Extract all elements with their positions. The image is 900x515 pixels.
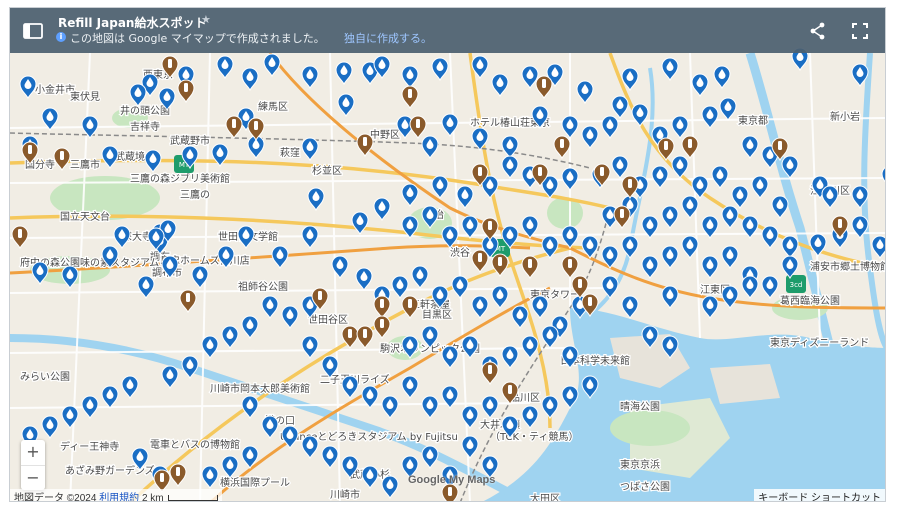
map-label: 渋谷 xyxy=(450,246,470,259)
map-label: 萩窪 xyxy=(280,146,300,159)
map-label: 吉祥寺 xyxy=(130,120,160,133)
zoom-in-button[interactable]: + xyxy=(21,440,45,464)
map-label: 杉並区 xyxy=(312,164,342,177)
bottle-icon xyxy=(318,291,322,300)
map-label: 三鷹市 xyxy=(70,158,100,171)
map-label: 三鷹の xyxy=(180,188,210,201)
map-canvas[interactable]: 西東京小金井市東伏見井の頭公園国分寺武蔵野市吉祥寺三鷹市武蔵境三鷹の森ジブリ美術… xyxy=(10,8,886,502)
map-attribution: 地図データ ©2024 利用規約 2 km xyxy=(10,489,222,502)
map-label: 井の頭公園 xyxy=(120,104,170,117)
refill-station-pin[interactable] xyxy=(441,483,459,502)
map-label: ディー王神寺 xyxy=(60,440,119,453)
bottle-icon xyxy=(60,151,64,160)
bottle-icon xyxy=(568,259,572,268)
bottle-icon xyxy=(184,83,188,92)
scale-label: 2 km xyxy=(141,493,164,502)
bottle-icon xyxy=(28,145,32,154)
map-label: 世田谷区 xyxy=(308,314,348,326)
map-label: 三鷹の森ジブリ美術館 xyxy=(130,172,230,185)
map-label: 練馬区 xyxy=(258,100,288,113)
attribution-text: 地図データ ©2024 xyxy=(14,493,97,502)
map-label: 中野区 xyxy=(370,128,400,141)
bottle-icon xyxy=(363,137,367,146)
map-label: 晴海公園 xyxy=(620,400,660,413)
bottle-icon xyxy=(588,297,592,306)
bottle-icon xyxy=(508,385,512,394)
park xyxy=(610,410,690,446)
bottle-icon xyxy=(488,365,492,374)
map-label: 葛西臨海公園 xyxy=(780,294,840,307)
map-label: 電車とバスの博物館 xyxy=(150,438,240,451)
bottle-icon xyxy=(664,141,668,150)
map-label: 東京京浜 xyxy=(620,458,660,471)
bottle-icon xyxy=(380,319,384,328)
terms-link[interactable]: 利用規約 xyxy=(99,493,139,501)
bottle-icon xyxy=(186,293,190,302)
reclaimed-land xyxy=(710,364,780,404)
bottle-icon xyxy=(838,219,842,228)
bottle-icon xyxy=(176,467,180,476)
bottle-icon xyxy=(488,221,492,230)
bottle-icon xyxy=(600,167,604,176)
google-my-maps-logo: Google My Maps xyxy=(408,474,496,486)
bottle-icon xyxy=(363,329,367,338)
scale-bar xyxy=(167,495,218,501)
bottle-icon xyxy=(478,167,482,176)
zoom-control: + − xyxy=(21,440,45,490)
share-icon[interactable] xyxy=(808,21,828,41)
map-header: Refill Japan給水スポット ★ i この地図は Google マイマッ… xyxy=(10,8,885,53)
bottle-icon xyxy=(168,59,172,68)
bottle-icon xyxy=(232,119,236,128)
map-label: 小金井市 xyxy=(35,83,75,96)
info-icon: i xyxy=(56,32,66,42)
map-label: 東京ディズニーランド xyxy=(770,336,869,349)
zoom-out-button[interactable]: − xyxy=(21,465,45,489)
bottle-icon xyxy=(380,299,384,308)
bottle-icon xyxy=(18,229,22,238)
map-title: Refill Japan給水スポット xyxy=(58,16,207,30)
map-label: 国立天文台 xyxy=(60,210,110,223)
bottle-icon xyxy=(448,487,452,496)
panel-toggle-icon[interactable] xyxy=(22,21,44,41)
map-label: 東京都 xyxy=(738,114,768,127)
bottle-icon xyxy=(254,121,258,130)
bottle-icon xyxy=(628,179,632,188)
bottle-icon xyxy=(620,209,624,218)
bottle-icon xyxy=(416,119,420,128)
map-label: 武蔵境 xyxy=(115,150,145,163)
map-subtitle: この地図は Google マイマップで作成されました。 xyxy=(70,32,325,45)
bottle-icon xyxy=(160,473,164,482)
star-icon[interactable]: ★ xyxy=(201,13,211,26)
map-label: みらい公園 xyxy=(20,371,70,383)
bottle-icon xyxy=(578,279,582,288)
map-label: つばさ公園 xyxy=(620,481,670,493)
bottle-icon xyxy=(688,139,692,148)
bottle-icon xyxy=(778,141,782,150)
map-label: （TCK・ティ競馬） xyxy=(490,430,578,443)
map-label: 大田区 xyxy=(530,492,560,502)
bottle-icon xyxy=(538,167,542,176)
fullscreen-icon[interactable] xyxy=(850,21,870,41)
map-label: 川崎市岡本太郎美術館 xyxy=(210,382,310,395)
bottle-icon xyxy=(542,79,546,88)
bottle-icon xyxy=(560,139,564,148)
keyboard-shortcuts-link[interactable]: キーボード ショートカット xyxy=(754,489,885,501)
poi-marker[interactable]: 3cd xyxy=(786,275,806,293)
bottle-icon xyxy=(498,257,502,266)
bottle-icon xyxy=(408,299,412,308)
bottle-icon xyxy=(478,253,482,262)
bottle-icon xyxy=(408,89,412,98)
map-label: 川崎市 xyxy=(330,488,360,501)
poi-marker-label: 3cd xyxy=(790,281,803,289)
create-map-link[interactable]: 独自に作成する。 xyxy=(344,30,432,46)
map-label: 東伏見 xyxy=(70,90,100,103)
map-frame: 西東京 小金井市 東伏見 井の頭公園 国分寺 武蔵野市 吉祥寺 三鷹市 武蔵境 三鷹の森ジブリ美術… xyxy=(9,7,886,502)
bottle-icon xyxy=(348,329,352,338)
map-label: 武蔵野市 xyxy=(170,134,210,147)
bottle-icon xyxy=(528,259,532,268)
map-label: 新小岩 xyxy=(830,110,860,123)
map-label: 浦安市郷土博物館 xyxy=(810,260,886,273)
map-label: 味の素スタジアム xyxy=(80,256,159,269)
map-label: 祖師谷公園 xyxy=(238,280,288,293)
